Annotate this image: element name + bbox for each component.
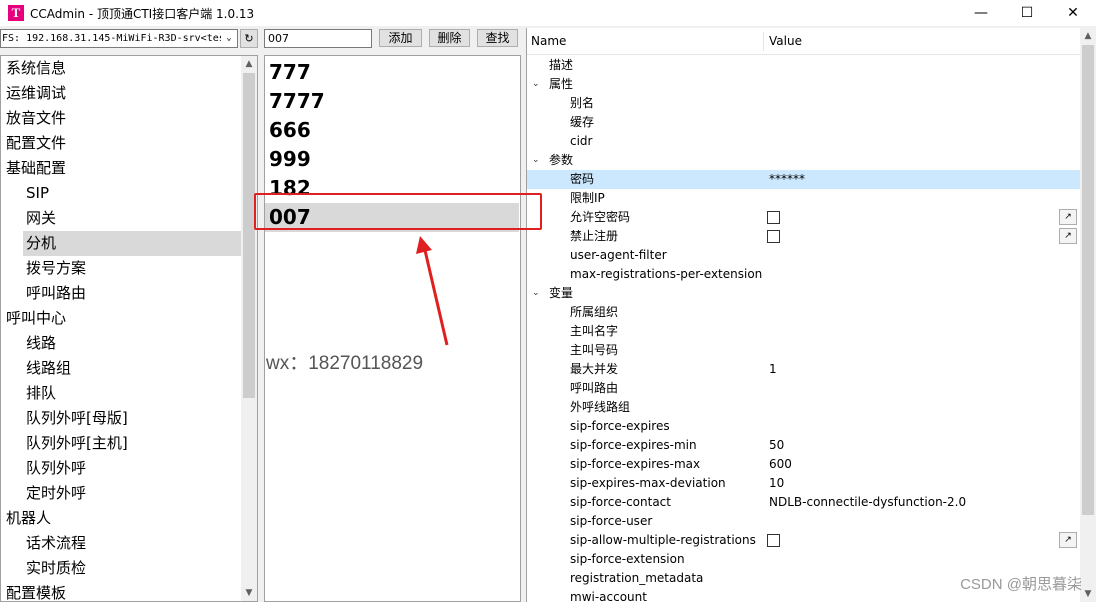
csdn-watermark: CSDN @朝思暮柒 xyxy=(960,576,1082,593)
annotation-arrow xyxy=(416,236,449,346)
annotation-wx-text: wx：18270118829 xyxy=(266,353,424,374)
